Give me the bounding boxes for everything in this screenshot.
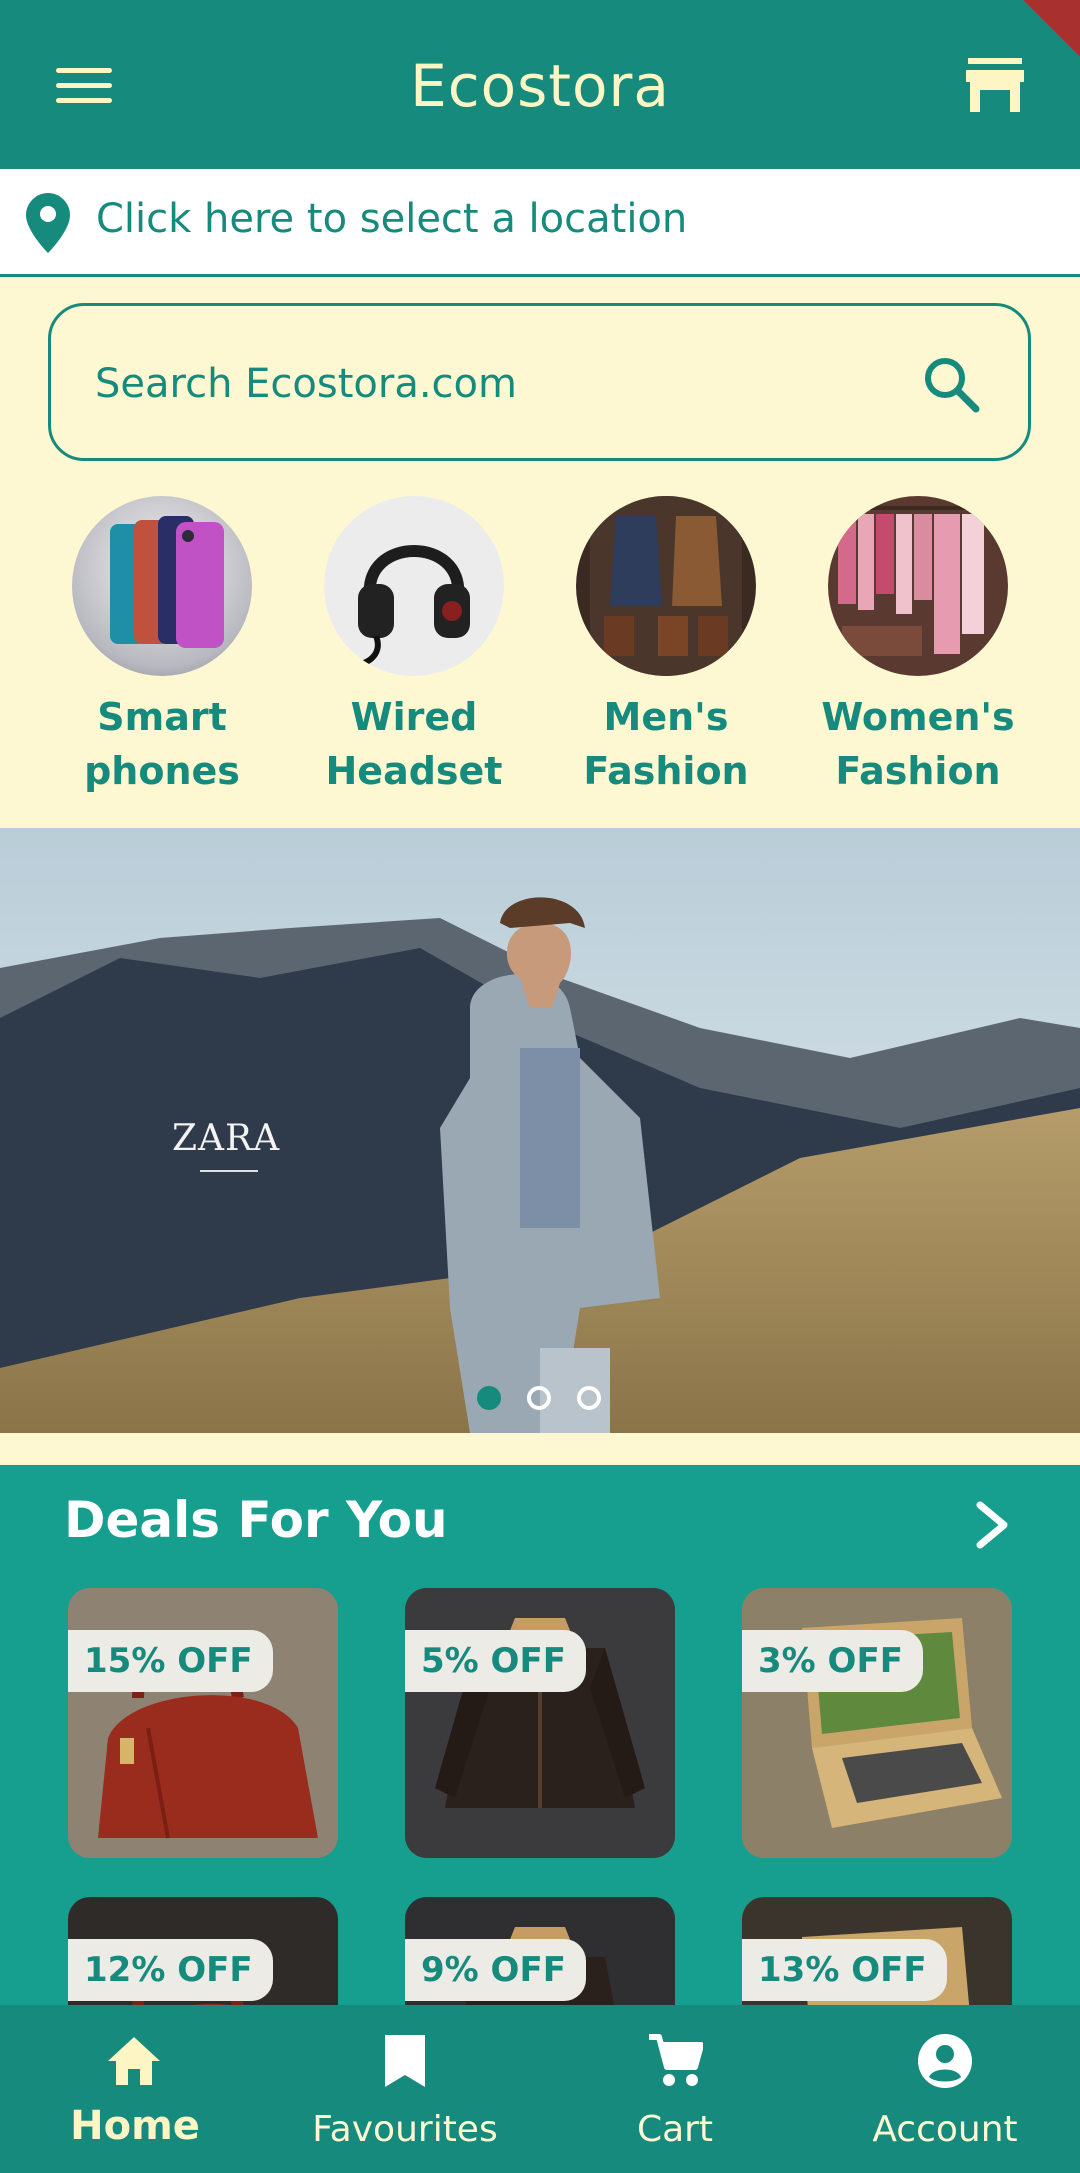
account-icon <box>918 2034 972 2088</box>
carousel-dot[interactable] <box>477 1386 501 1410</box>
category-label: Wired Headset <box>325 695 503 793</box>
search-bar <box>48 303 1031 461</box>
deals-section: Deals For You 15% OFF 5% OFF 3% OFF 12% … <box>0 1465 1080 2005</box>
nav-label: Home <box>70 2103 200 2149</box>
carousel-dot[interactable] <box>577 1386 601 1410</box>
search-input[interactable] <box>95 354 875 414</box>
chevron-right-icon[interactable] <box>968 1495 1018 1555</box>
bottom-navigation: Home Favourites Cart Account <box>0 2005 1080 2173</box>
search-icon[interactable] <box>921 354 981 414</box>
deal-card[interactable]: 9% OFF <box>405 1897 675 2005</box>
discount-badge: 9% OFF <box>405 1939 586 2001</box>
carousel-indicator <box>477 1386 601 1410</box>
deal-card[interactable]: 12% OFF <box>68 1897 338 2005</box>
category-wired-headset[interactable]: Wired Headset <box>294 496 534 798</box>
mens-fashion-image <box>576 496 756 676</box>
discount-badge: 3% OFF <box>742 1630 923 1692</box>
discount-badge: 15% OFF <box>68 1630 273 1692</box>
deal-card[interactable]: 3% OFF <box>742 1588 1012 1858</box>
category-mens-fashion[interactable]: Men's Fashion <box>546 496 786 798</box>
carousel-dot[interactable] <box>527 1386 551 1410</box>
deals-title: Deals For You <box>64 1491 448 1549</box>
location-selector[interactable]: Click here to select a location <box>0 169 1080 277</box>
nav-account[interactable]: Account <box>810 2005 1080 2173</box>
womens-fashion-image <box>828 496 1008 676</box>
nav-favourites[interactable]: Favourites <box>270 2005 540 2173</box>
category-label: Women's Fashion <box>821 695 1015 793</box>
promo-banner[interactable] <box>0 828 1080 1433</box>
store-icon[interactable] <box>966 58 1024 112</box>
nav-label: Account <box>872 2109 1018 2150</box>
smartphones-image <box>72 496 252 676</box>
handbag-image <box>68 1588 338 1858</box>
location-label: Click here to select a location <box>96 196 688 242</box>
discount-badge: 13% OFF <box>742 1939 947 2001</box>
brand-tagline-line <box>200 1170 258 1172</box>
app-bar: Ecostora <box>0 0 1080 169</box>
headset-image <box>324 496 504 676</box>
category-smartphones[interactable]: Smart phones <box>42 496 282 798</box>
banner-image <box>0 828 1080 1433</box>
brand-logo: ZARA <box>172 1118 281 1159</box>
app-title: Ecostora <box>410 52 670 120</box>
discount-badge: 5% OFF <box>405 1630 586 1692</box>
leather-jacket-image <box>405 1588 675 1858</box>
laptop-image <box>742 1588 1012 1858</box>
nav-home[interactable]: Home <box>0 2005 270 2173</box>
cart-icon <box>649 2034 703 2086</box>
category-list: Smart phones Wired Headset Men's Fashion… <box>0 496 1080 796</box>
nav-label: Cart <box>636 2109 714 2150</box>
discount-badge: 12% OFF <box>68 1939 273 2001</box>
home-icon <box>108 2037 160 2085</box>
location-pin-icon <box>26 193 70 253</box>
nav-cart[interactable]: Cart <box>540 2005 810 2173</box>
deal-card[interactable]: 13% OFF <box>742 1897 1012 2005</box>
deal-card[interactable]: 5% OFF <box>405 1588 675 1858</box>
bookmark-icon <box>385 2035 425 2087</box>
category-label: Smart phones <box>84 695 240 793</box>
category-label: Men's Fashion <box>583 695 749 793</box>
deal-card[interactable]: 15% OFF <box>68 1588 338 1858</box>
category-womens-fashion[interactable]: Women's Fashion <box>798 496 1038 798</box>
nav-label: Favourites <box>312 2109 498 2150</box>
